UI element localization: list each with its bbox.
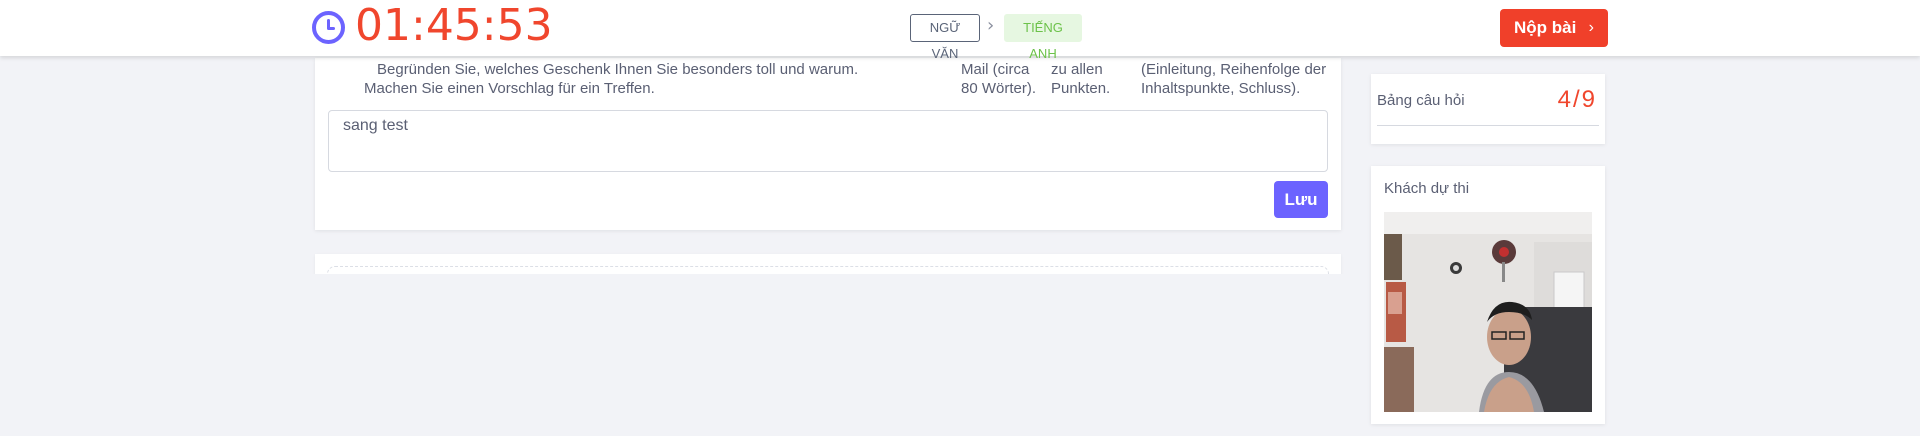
clock-icon	[312, 11, 345, 44]
page-background	[0, 274, 1360, 436]
question-text-line: Machen Sie einen Vorschlag für ein Treff…	[364, 80, 655, 97]
criteria-cell: Mail (circa	[961, 61, 1030, 78]
candidate-title: Khách dự thi	[1384, 180, 1470, 197]
question-board-card[interactable]: Bảng câu hỏi 4/9	[1371, 74, 1605, 144]
answer-textarea[interactable]: sang test	[328, 110, 1328, 172]
top-bar: 01:45:53 NGỮ VĂN › TIẾNG ANH Nộp bài ›	[0, 0, 1920, 61]
question-progress-count: 4/9	[1557, 86, 1597, 113]
chevron-right-icon: ›	[987, 15, 995, 36]
criteria-cell: (Einleitung, Reihenfolge der	[1141, 61, 1327, 78]
criteria-cell: 80 Wörter).	[961, 80, 1037, 97]
save-button[interactable]: Lưu	[1274, 181, 1328, 218]
webcam-image	[1384, 212, 1592, 412]
criteria-cell: zu allen	[1051, 61, 1103, 78]
submit-label: Nộp bài	[1514, 18, 1577, 37]
question-text-line: Begründen Sie, welches Geschenk Ihnen Si…	[377, 61, 859, 78]
question-card: Begründen Sie, welches Geschenk Ihnen Si…	[315, 58, 1341, 230]
criteria-cell: Punkten.	[1051, 80, 1111, 97]
webcam-feed	[1384, 212, 1592, 412]
submit-exam-button[interactable]: Nộp bài ›	[1500, 9, 1608, 47]
chevron-right-icon: ›	[1588, 19, 1594, 36]
question-board-title: Bảng câu hỏi	[1377, 92, 1465, 109]
breadcrumb-subject-english[interactable]: TIẾNG ANH	[1004, 14, 1082, 61]
criteria-cell: Inhaltspunkte, Schluss).	[1141, 80, 1301, 97]
breadcrumb-subject-literature[interactable]: NGỮ VĂN	[910, 14, 980, 61]
countdown-timer: 01:45:53	[355, 0, 553, 51]
candidate-card: Khách dự thi	[1371, 166, 1605, 424]
divider	[1377, 125, 1599, 126]
